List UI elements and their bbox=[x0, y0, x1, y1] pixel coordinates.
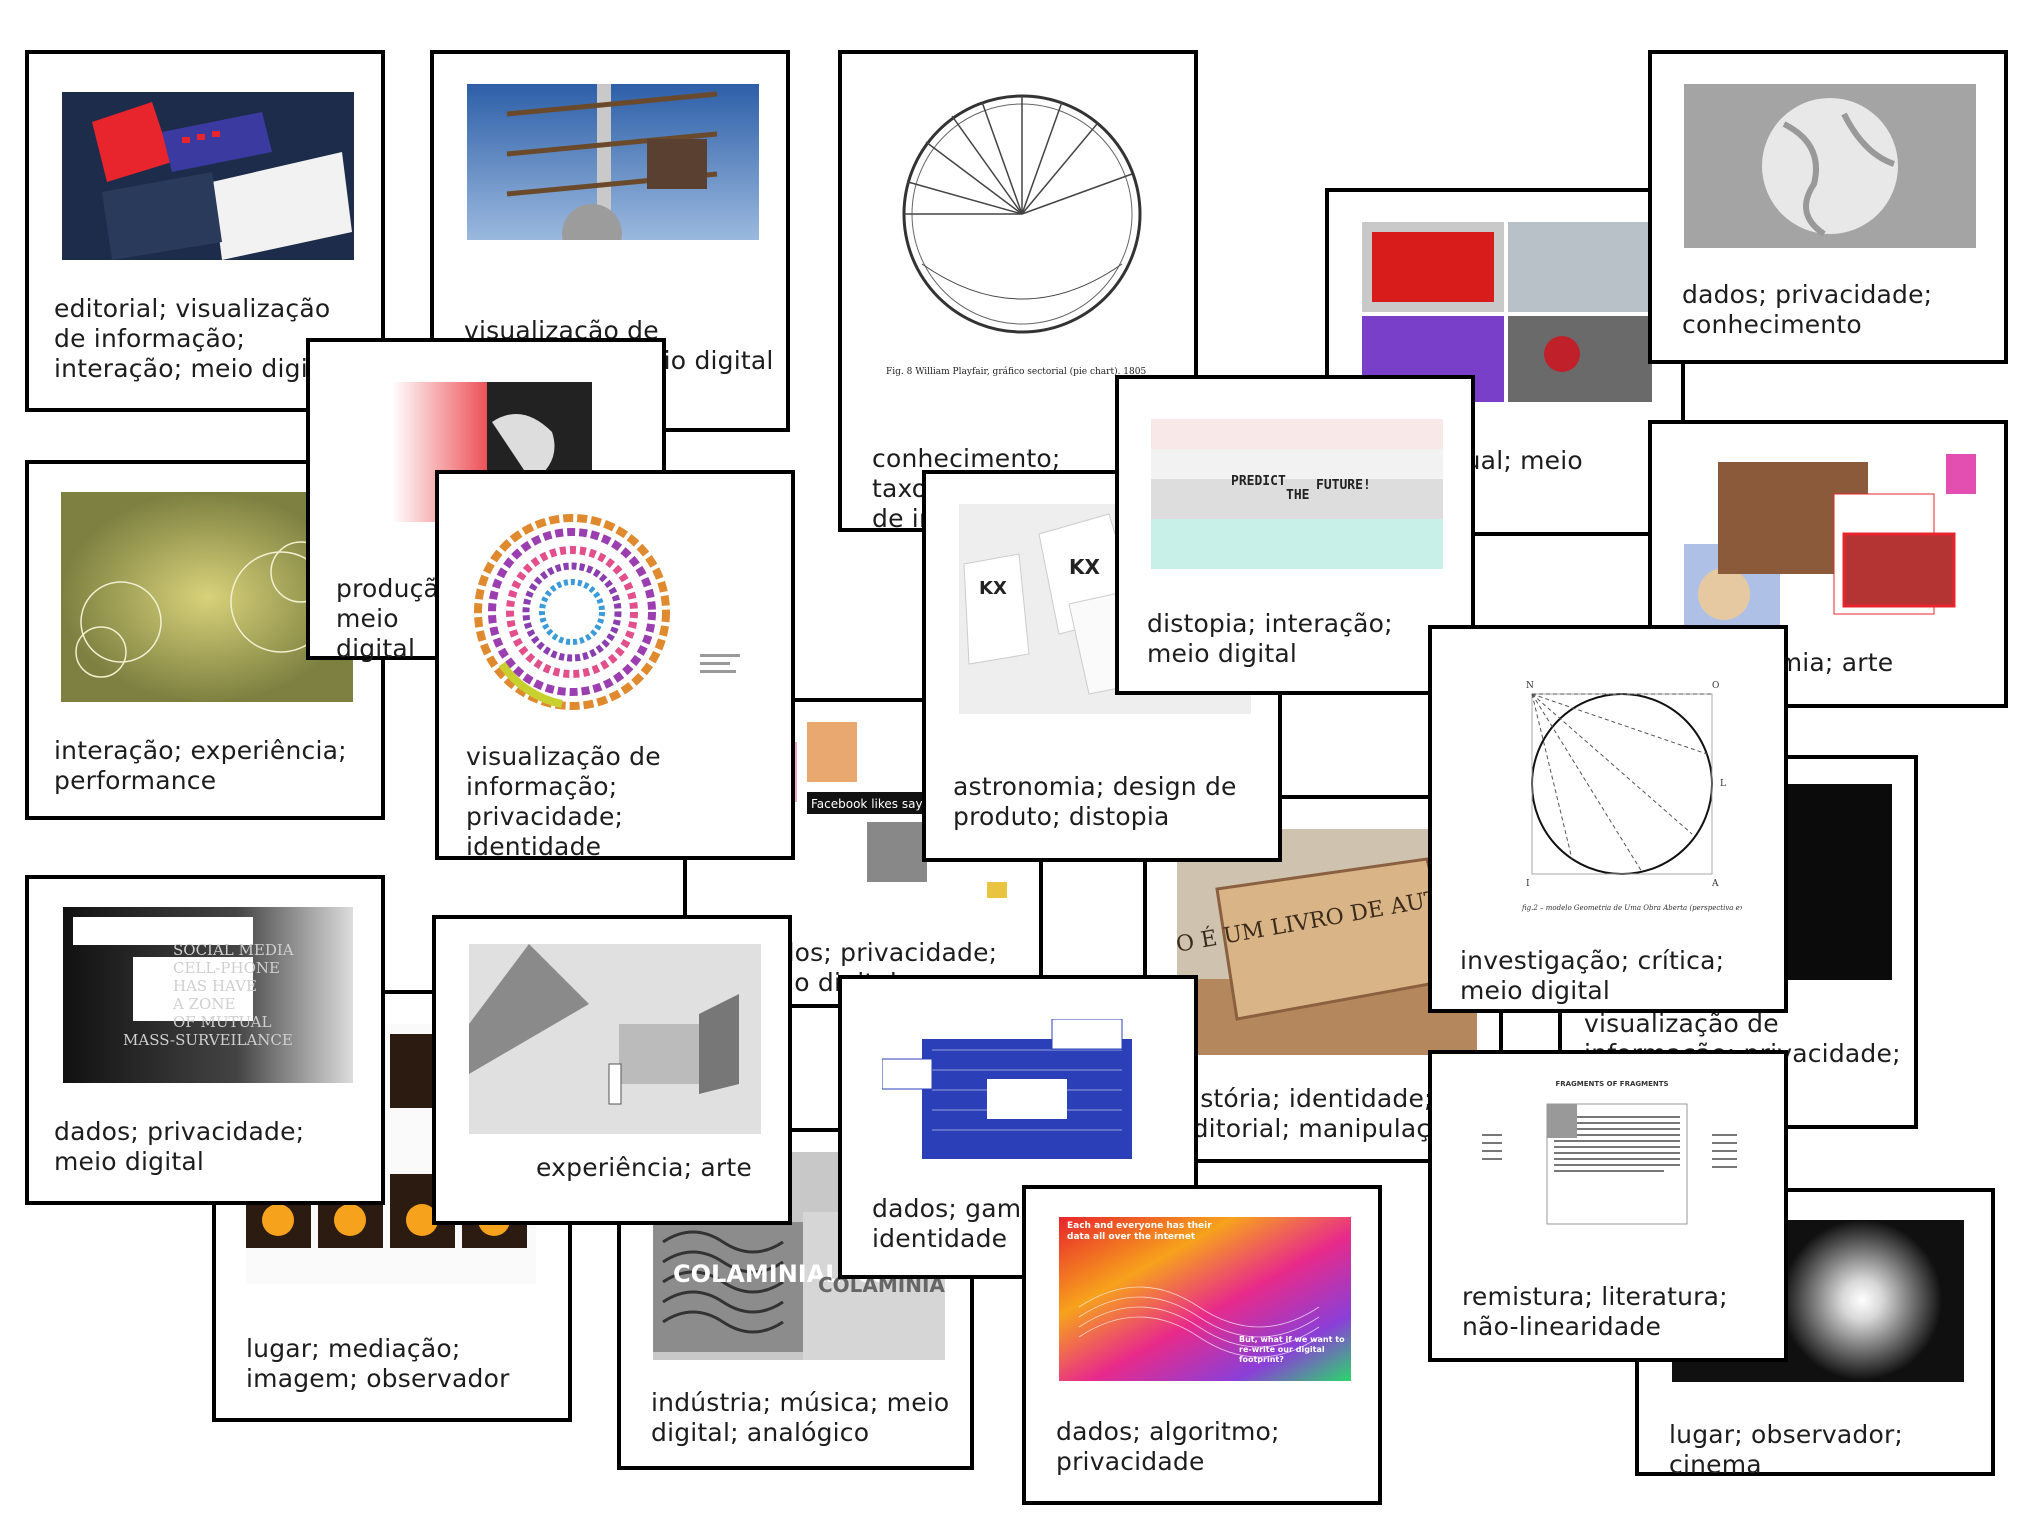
card-caption: investigação; crítica; meio digital bbox=[1460, 946, 1725, 1005]
svg-text:O: O bbox=[1712, 681, 1719, 691]
card-caption: indústria; música; meio digital; analógi… bbox=[651, 1388, 950, 1447]
card-caption: interação; experiência; performance bbox=[54, 736, 347, 795]
glitch-word-2: THE bbox=[1286, 488, 1309, 503]
thumbnail-image: Each and everyone has their data all ove… bbox=[1059, 1217, 1351, 1381]
screen-line-5: OF MUTUAL bbox=[173, 1013, 271, 1031]
project-card-predict-future[interactable]: PREDICT THE FUTURE! distopia; interação;… bbox=[1115, 375, 1475, 695]
svg-text:KX: KX bbox=[979, 578, 1007, 599]
screen-line-1: SOCIAL MEDIA bbox=[173, 941, 294, 959]
glitch-word-1: PREDICT bbox=[1231, 474, 1286, 489]
svg-text:A: A bbox=[1711, 879, 1719, 889]
card-caption: astronomia; design de produto; distopia bbox=[953, 772, 1237, 831]
project-card-globe[interactable]: dados; privacidade; conhecimento bbox=[1648, 50, 2008, 364]
card-caption: dados; algoritmo; privacidade bbox=[1056, 1417, 1280, 1476]
thumbnail-image bbox=[882, 1019, 1162, 1169]
thumbnail-image bbox=[472, 504, 764, 714]
card-caption: remistura; literatura; não-linearidade bbox=[1462, 1282, 1728, 1341]
thumbnail-image bbox=[469, 944, 761, 1134]
thumbnail-image: FRAGMENTS OF FRAGMENTS bbox=[1472, 1074, 1752, 1254]
project-card-social-media[interactable]: SOCIAL MEDIA CELL-PHONE HAS HAVE A ZONE … bbox=[25, 875, 385, 1205]
project-card-circular-viz[interactable]: visualização de informação; privacidade;… bbox=[435, 470, 795, 861]
thumbnail-image bbox=[1684, 84, 1976, 248]
thumbnail-image bbox=[1684, 454, 1976, 634]
thumbnail-image: PREDICT THE FUTURE! bbox=[1151, 419, 1443, 569]
screen-line-3: HAS HAVE bbox=[173, 977, 257, 995]
card-caption: dados; privacidade; meio digital bbox=[54, 1117, 305, 1176]
thumbnail-image: Fig. 8 William Playfair, gráfico sectori… bbox=[882, 84, 1162, 384]
svg-text:KX: KX bbox=[1069, 555, 1100, 579]
screen-line-2: CELL-PHONE bbox=[173, 959, 280, 977]
card-caption: experiência; arte bbox=[536, 1153, 752, 1182]
card-caption: produção; meio digital bbox=[336, 574, 464, 663]
svg-text:N: N bbox=[1526, 681, 1534, 691]
card-caption: lugar; mediação; imagem; observador bbox=[246, 1334, 510, 1393]
project-card-geometria[interactable]: N O I A L fig.2 – modelo Geometria de Um… bbox=[1428, 625, 1788, 1013]
card-caption: visualização de informação; privacidade;… bbox=[466, 742, 661, 861]
thumbnail-image bbox=[62, 92, 354, 260]
figure-caption: fig.2 – modelo Geometria de Uma Obra Abe… bbox=[1521, 904, 1742, 912]
svg-text:I: I bbox=[1526, 879, 1530, 889]
glitch-word-3: FUTURE! bbox=[1316, 478, 1371, 493]
project-card-algoritmo[interactable]: Each and everyone has their data all ove… bbox=[1022, 1185, 1382, 1505]
poster-headline: Each and everyone has their data all ove… bbox=[1067, 1221, 1212, 1242]
card-caption: dados; privacidade; conhecimento bbox=[1682, 280, 1933, 339]
svg-text:L: L bbox=[1720, 779, 1726, 789]
card-caption: distopia; interação; meio digital bbox=[1147, 609, 1393, 668]
screen-line-4: A ZONE bbox=[172, 995, 235, 1013]
thumbnail-image: N O I A L fig.2 – modelo Geometria de Um… bbox=[1502, 674, 1742, 924]
thumbnail-image: SOCIAL MEDIA CELL-PHONE HAS HAVE A ZONE … bbox=[63, 907, 353, 1083]
project-card-3d-scene[interactable]: experiência; arte bbox=[432, 915, 792, 1225]
project-card-fragments[interactable]: FRAGMENTS OF FRAGMENTS remistura; litera… bbox=[1428, 1050, 1788, 1362]
card-caption: lugar; observador; cinema bbox=[1669, 1420, 1904, 1479]
figure-caption: Fig. 8 William Playfair, gráfico sectori… bbox=[886, 366, 1146, 377]
document-title: FRAGMENTS OF FRAGMENTS bbox=[1555, 1080, 1668, 1088]
poster-question: But, what if we want to re-write our dig… bbox=[1239, 1335, 1345, 1364]
thumbnail-image bbox=[467, 84, 759, 240]
screen-line-6: MASS-SURVEILANCE bbox=[123, 1031, 293, 1049]
